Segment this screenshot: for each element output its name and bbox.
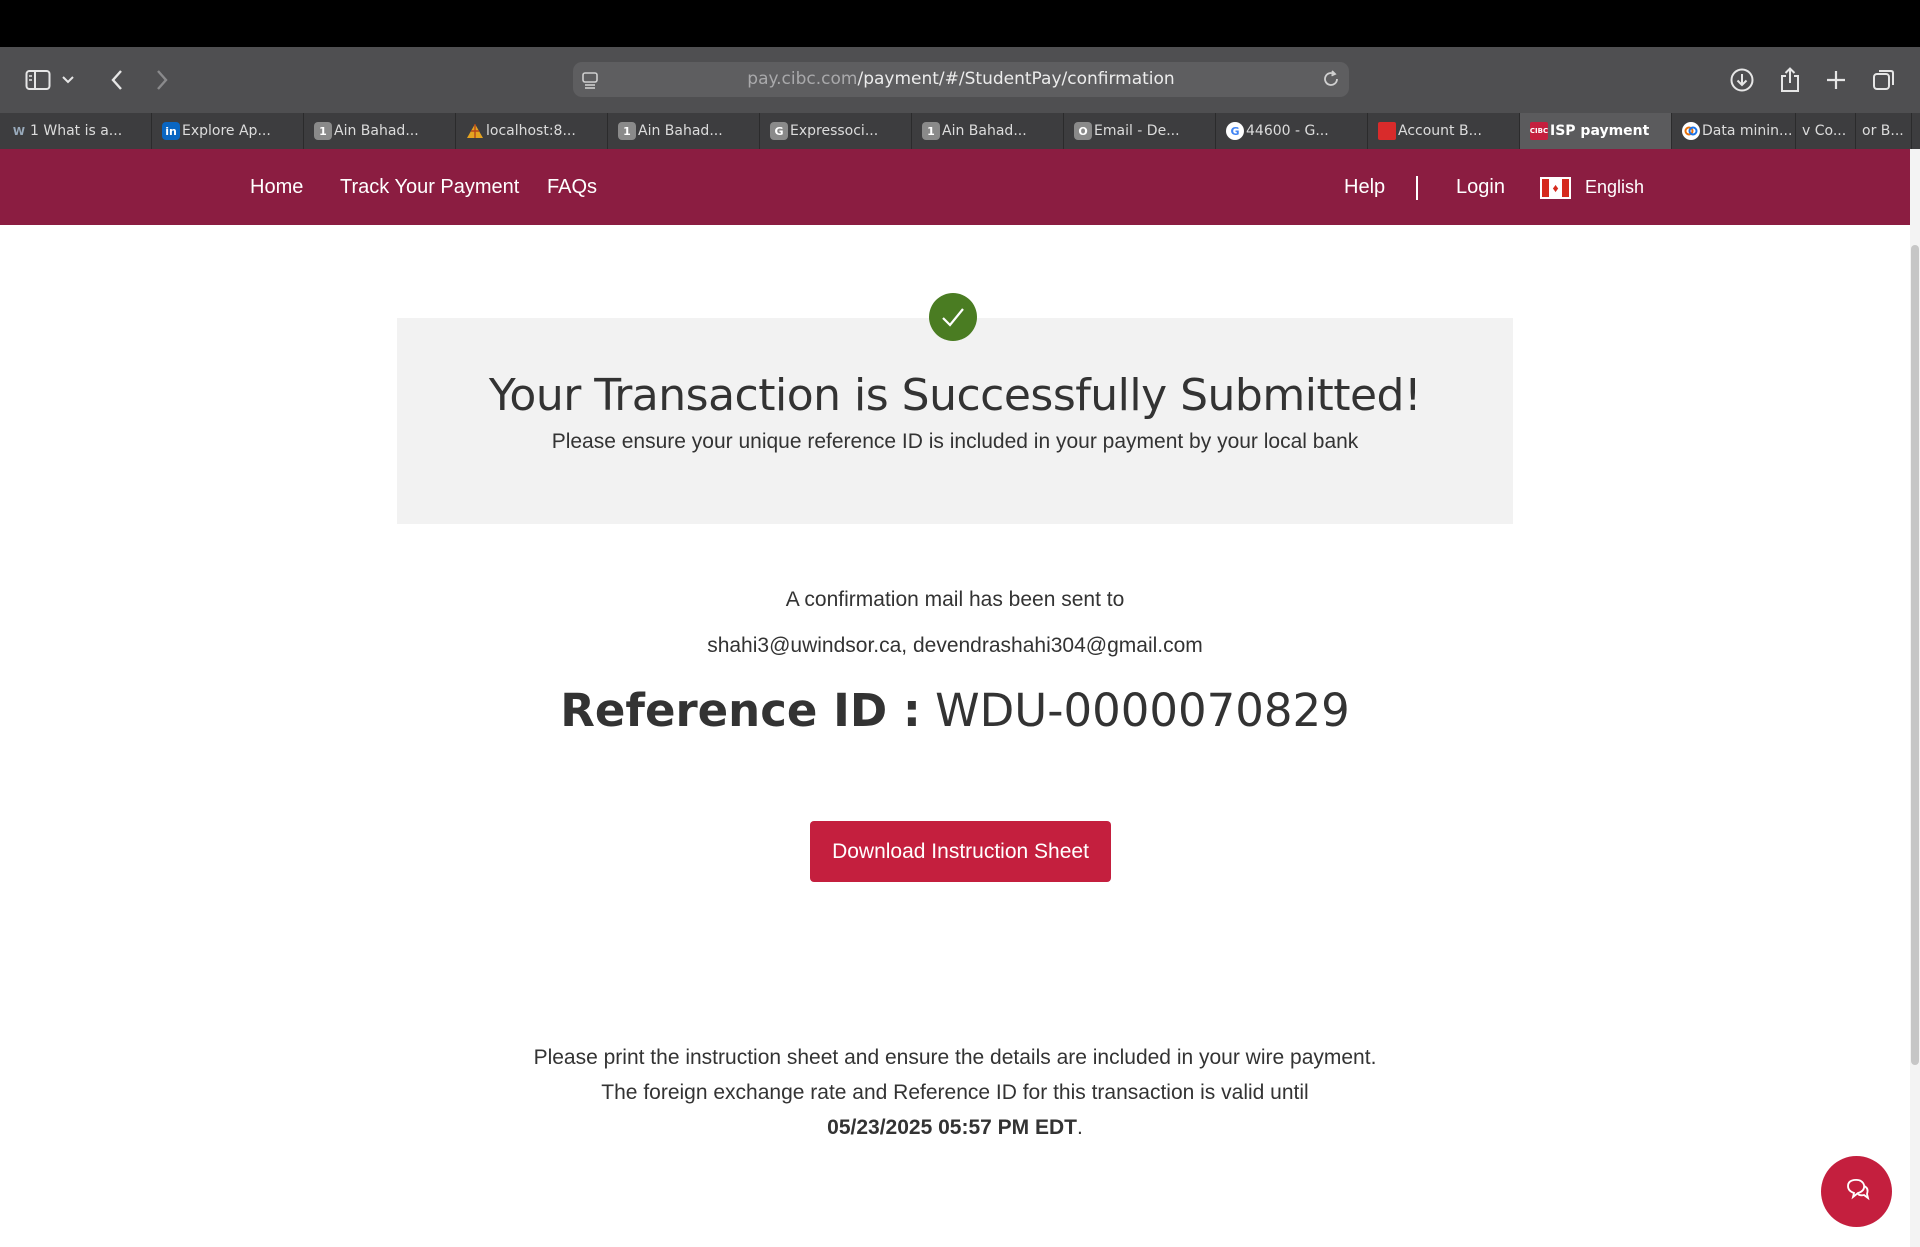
tab-label: 44600 - G... <box>1246 123 1329 139</box>
tab-label: localhost:8... <box>486 123 576 139</box>
browser-tab[interactable]: 1 Ain Bahad... <box>304 113 456 149</box>
page-title: Your Transaction is Successfully Submitt… <box>488 370 1422 421</box>
tab-label: or B... <box>1862 123 1904 139</box>
share-icon[interactable] <box>1776 67 1804 93</box>
sidebar-toggle-icon[interactable] <box>24 67 52 93</box>
note-line-1: Please print the instruction sheet and e… <box>533 1046 1377 1069</box>
tab-label: Explore Ap... <box>182 123 271 139</box>
google-icon: G <box>1226 122 1244 140</box>
browser-tab[interactable]: Data minin... <box>1672 113 1796 149</box>
nav-track-payment[interactable]: Track Your Payment <box>340 149 519 225</box>
canada-flag-icon[interactable]: ♦ <box>1540 177 1571 199</box>
url-path: /payment/#/StudentPay/confirmation <box>857 69 1175 89</box>
screen-top-bar <box>0 0 1920 47</box>
tab-label: Email - De... <box>1094 123 1180 139</box>
site-navigation: Home Track Your Payment FAQs Help Login … <box>0 149 1910 225</box>
nav-language[interactable]: English <box>1585 149 1644 225</box>
letter-o-icon: O <box>1074 122 1092 140</box>
forward-icon[interactable] <box>148 67 176 93</box>
downloads-icon[interactable] <box>1728 67 1756 93</box>
chevron-down-icon[interactable] <box>60 67 76 93</box>
nav-faqs[interactable]: FAQs <box>547 149 597 225</box>
tab-label: Ain Bahad... <box>638 123 723 139</box>
reference-id-line: Reference ID : WDU-0000070829 <box>397 684 1513 737</box>
nav-divider <box>1416 176 1418 200</box>
number-one-icon: 1 <box>314 122 332 140</box>
number-one-icon: 1 <box>618 122 636 140</box>
tab-overview-icon[interactable] <box>1870 67 1898 93</box>
tab-label: v Co... <box>1802 123 1847 139</box>
address-bar[interactable]: pay.cibc.com/payment/#/StudentPay/confir… <box>573 62 1349 97</box>
confirmation-emails: shahi3@uwindsor.ca, devendrashahi304@gma… <box>707 634 1203 657</box>
browser-tab[interactable]: O Email - De... <box>1064 113 1216 149</box>
pyramid-icon <box>466 122 484 140</box>
new-tab-icon[interactable] <box>1822 67 1850 93</box>
tab-label: 1 What is a... <box>30 123 123 139</box>
success-check-icon <box>929 293 977 341</box>
note-line-2: The foreign exchange rate and Reference … <box>601 1081 1309 1104</box>
tab-label: Expressoci... <box>790 123 879 139</box>
word-icon: W <box>12 124 26 138</box>
cibc-icon: CIBC <box>1530 122 1548 140</box>
browser-tab[interactable]: localhost:8... <box>456 113 608 149</box>
tab-label: Account B... <box>1398 123 1482 139</box>
browser-tab-strip: W 1 What is a... in Explore Ap... 1 Ain … <box>0 113 1920 149</box>
valid-until-suffix: . <box>1076 1116 1083 1139</box>
browser-toolbar: pay.cibc.com/payment/#/StudentPay/confir… <box>0 47 1920 113</box>
url-host: pay.cibc.com <box>747 69 858 89</box>
tab-label: ISP payment <box>1550 123 1650 139</box>
browser-tab[interactable]: W 1 What is a... <box>0 113 152 149</box>
browser-tab[interactable]: v Co... <box>1796 113 1856 149</box>
browser-tab[interactable]: 1 Ain Bahad... <box>608 113 760 149</box>
instruction-note: Please print the instruction sheet and e… <box>397 1040 1513 1145</box>
reference-id-label: Reference ID : <box>560 684 921 737</box>
browser-tab[interactable]: or B... <box>1856 113 1912 149</box>
page-subtitle: Please ensure your unique reference ID i… <box>551 430 1359 453</box>
browser-tab[interactable]: G 44600 - G... <box>1216 113 1368 149</box>
note-line-3: 05/23/2025 05:57 PM EDT. <box>397 1110 1513 1145</box>
url-text: pay.cibc.com/payment/#/StudentPay/confir… <box>573 62 1349 97</box>
nav-login[interactable]: Login <box>1456 149 1505 225</box>
colab-icon <box>1682 122 1700 140</box>
browser-tab[interactable]: G Expressoci... <box>760 113 912 149</box>
scrollbar-thumb[interactable] <box>1911 245 1919 1065</box>
success-panel <box>397 318 1513 524</box>
linkedin-icon: in <box>162 122 180 140</box>
bank-icon <box>1378 122 1396 140</box>
browser-tab-active[interactable]: CIBC ISP payment <box>1520 113 1672 149</box>
chat-button[interactable] <box>1821 1156 1892 1227</box>
download-instruction-sheet-button[interactable]: Download Instruction Sheet <box>810 821 1111 882</box>
tab-label: Data minin... <box>1702 123 1793 139</box>
browser-tab[interactable]: in Explore Ap... <box>152 113 304 149</box>
reload-icon[interactable] <box>1321 69 1341 89</box>
valid-until-datetime: 05/23/2025 05:57 PM EDT <box>827 1116 1077 1139</box>
back-icon[interactable] <box>103 67 131 93</box>
tab-label: Ain Bahad... <box>334 123 419 139</box>
confirmation-mail-label: A confirmation mail has been sent to <box>785 588 1125 611</box>
browser-tab[interactable]: 1 Ain Bahad... <box>912 113 1064 149</box>
nav-help[interactable]: Help <box>1344 149 1385 225</box>
nav-home[interactable]: Home <box>250 149 303 225</box>
browser-tab[interactable]: Account B... <box>1368 113 1520 149</box>
letter-g-icon: G <box>770 122 788 140</box>
tab-label: Ain Bahad... <box>942 123 1027 139</box>
number-one-icon: 1 <box>922 122 940 140</box>
chat-bubble-icon <box>1842 1174 1872 1209</box>
reference-id-value: WDU-0000070829 <box>935 684 1350 737</box>
